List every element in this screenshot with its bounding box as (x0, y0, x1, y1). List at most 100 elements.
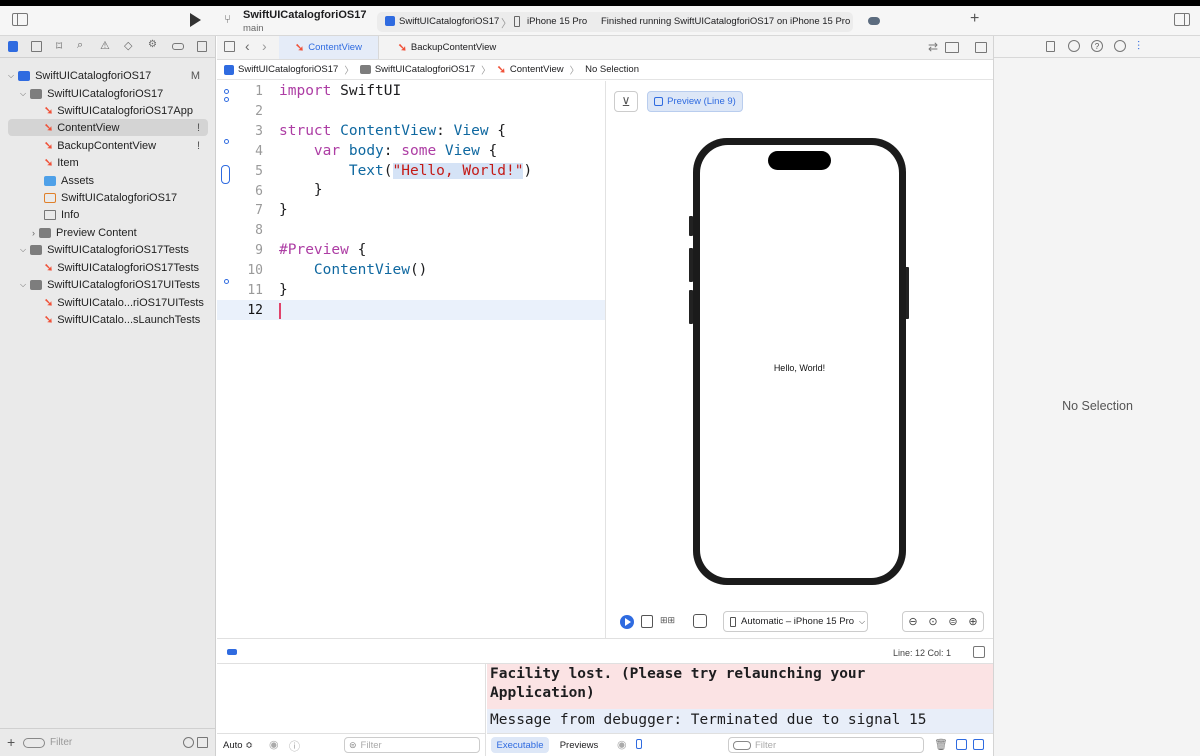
add-icon[interactable]: + (970, 10, 979, 28)
list-item[interactable]: ⌵ SwiftUICatalogforiOS17 (0, 85, 216, 102)
add-file-icon[interactable]: + (7, 734, 15, 750)
back-icon[interactable]: ‹ (245, 38, 250, 54)
asset-catalog-icon (44, 175, 56, 186)
issue-icon[interactable]: ⚠ (100, 39, 110, 52)
chevron-down-icon[interactable]: ⌵ (20, 280, 26, 290)
source-filter-icon[interactable] (197, 737, 208, 748)
file-inspector-icon[interactable] (1046, 41, 1055, 52)
selectable-mode-icon[interactable] (641, 615, 653, 628)
inspector-empty-state: No Selection (1062, 399, 1133, 413)
show-variables-icon[interactable] (956, 739, 967, 750)
list-item[interactable]: ➘ BackupContentView ! (0, 137, 216, 154)
list-item-label: SwiftUICatalogforiOS17Tests (57, 261, 200, 274)
navigator-filter-input[interactable]: Filter (50, 737, 72, 748)
list-item[interactable]: Info (0, 206, 216, 223)
attributes-inspector-icon[interactable]: ⫶ (1137, 39, 1140, 54)
code-review-icon[interactable]: ⇄ (928, 40, 938, 54)
live-preview-icon[interactable] (620, 615, 634, 629)
list-item[interactable]: ➘ SwiftUICatalo...sLaunchTests (0, 311, 216, 328)
zoom-fit-icon[interactable]: ⊜ (948, 615, 957, 628)
list-item[interactable]: ⌵ SwiftUICatalogforiOS17 M (0, 67, 216, 84)
recent-files-icon[interactable] (183, 737, 194, 748)
line-number: 9 (255, 243, 263, 258)
bookmark-icon[interactable]: ⌑ (56, 39, 62, 53)
sidebar-toggle-icon[interactable] (12, 13, 28, 26)
help-inspector-icon[interactable]: ? (1091, 40, 1103, 52)
trash-icon[interactable]: 🗑 (934, 738, 948, 751)
variables-scope-select[interactable]: Auto ≎ (223, 740, 253, 751)
breadcrumb-symbol[interactable]: No Selection (585, 64, 639, 75)
accessibility-inspector-icon[interactable] (1114, 40, 1126, 52)
chevron-right-icon[interactable]: › (32, 228, 35, 238)
cloud-icon (868, 17, 880, 25)
variants-icon[interactable]: ⊞⊞ (660, 615, 675, 626)
console-filter-input[interactable]: Filter (728, 737, 924, 753)
debug-icon[interactable]: ⚙ (148, 39, 157, 50)
preview-line-badge[interactable]: Preview (Line 9) (647, 91, 743, 112)
source-control-icon[interactable] (31, 41, 42, 52)
list-item[interactable]: ⌵ SwiftUICatalogforiOS17Tests (0, 241, 216, 258)
tab-backupcontentview[interactable]: ➘ BackupContentView (387, 36, 507, 59)
eye-icon[interactable]: ◉ (617, 738, 627, 751)
list-item[interactable]: ⌵ SwiftUICatalogforiOS17UITests (0, 276, 216, 293)
history-inspector-icon[interactable] (1068, 40, 1080, 52)
list-item[interactable]: ➘ SwiftUICatalogforiOS17Tests (0, 259, 216, 276)
chevron-down-icon[interactable]: ⌵ (20, 89, 26, 99)
info-icon[interactable]: ⓘ (289, 738, 300, 754)
zoom-actual-icon[interactable]: ⊙ (928, 615, 937, 628)
phone-screen[interactable]: Hello, World! (700, 145, 899, 578)
breadcrumb-project[interactable]: SwiftUICatalogforiOS17 (238, 64, 338, 75)
console-scope-icon[interactable] (636, 739, 642, 749)
list-item[interactable]: Assets (0, 172, 216, 189)
device-selector[interactable]: iPhone 15 Pro (527, 16, 587, 27)
line-number: 3 (255, 124, 263, 139)
test-icon[interactable]: ◇ (124, 39, 132, 52)
pin-icon[interactable]: ⊻ (614, 91, 638, 112)
chevron-down-icon[interactable]: ⌵ (8, 71, 14, 81)
preview-device-picker[interactable]: Automatic – iPhone 15 Pro ⌵ (723, 611, 868, 632)
split-editor-icon[interactable] (975, 42, 987, 53)
filter-options-icon[interactable] (23, 738, 45, 748)
debug-area-toggle-icon[interactable] (227, 649, 237, 655)
eye-icon[interactable]: ◉ (269, 738, 279, 751)
zoom-out-icon[interactable]: ⊖ (908, 615, 917, 628)
list-item[interactable]: ➘ SwiftUICatalo...riOS17UITests (0, 294, 216, 311)
branch-name: main (243, 23, 264, 34)
zoom-in-icon[interactable]: ⊕ (968, 615, 977, 628)
device-settings-icon[interactable] (693, 614, 707, 628)
chevron-right-icon: 〉 (501, 18, 512, 30)
build-status: Finished running SwiftUICatalogforiOS17 … (601, 16, 851, 27)
breadcrumb-folder[interactable]: SwiftUICatalogforiOS17 (375, 64, 475, 75)
find-icon[interactable]: ⌕ (77, 39, 83, 52)
breakpoint-icon[interactable] (172, 43, 184, 50)
list-item-label: Preview Content (56, 226, 137, 239)
breadcrumb-file[interactable]: ContentView (510, 64, 564, 75)
list-item-label: BackupContentView (57, 139, 157, 152)
list-item[interactable]: ➘ ContentView ! (8, 119, 208, 136)
variables-filter-input[interactable]: ⊜ Filter (344, 737, 480, 753)
folder-navigator-icon[interactable] (8, 41, 18, 52)
related-items-icon[interactable] (224, 41, 235, 52)
report-icon[interactable] (197, 41, 207, 52)
inspector-toggle-icon[interactable] (1174, 13, 1190, 26)
list-item[interactable]: › Preview Content (0, 224, 216, 241)
list-item-label: SwiftUICatalogforiOS17App (57, 104, 193, 117)
iphone-icon (730, 616, 736, 627)
tab-contentview[interactable]: ➘ ContentView (279, 36, 379, 59)
list-item[interactable]: ➘ Item (0, 154, 216, 171)
project-icon (224, 64, 234, 75)
debug-bar: Line: 12 Col: 1 (217, 638, 993, 664)
list-item[interactable]: ➘ SwiftUICatalogforiOS17App (0, 102, 216, 119)
list-item-label: SwiftUICatalo...riOS17UITests (57, 296, 204, 309)
minimap-icon[interactable] (973, 646, 985, 658)
console-error-line: Application) (490, 685, 595, 701)
run-icon[interactable] (190, 13, 201, 27)
scheme-selector[interactable]: SwiftUICatalogforiOS17 (399, 16, 499, 27)
list-item[interactable]: SwiftUICatalogforiOS17 (0, 189, 216, 206)
forward-icon[interactable]: › (262, 38, 267, 54)
chevron-down-icon[interactable]: ⌵ (20, 245, 26, 255)
show-console-icon[interactable] (973, 739, 984, 750)
tab-executable[interactable]: Executable (491, 737, 549, 753)
editor-options-icon[interactable] (945, 42, 959, 53)
tab-previews[interactable]: Previews (555, 737, 603, 753)
